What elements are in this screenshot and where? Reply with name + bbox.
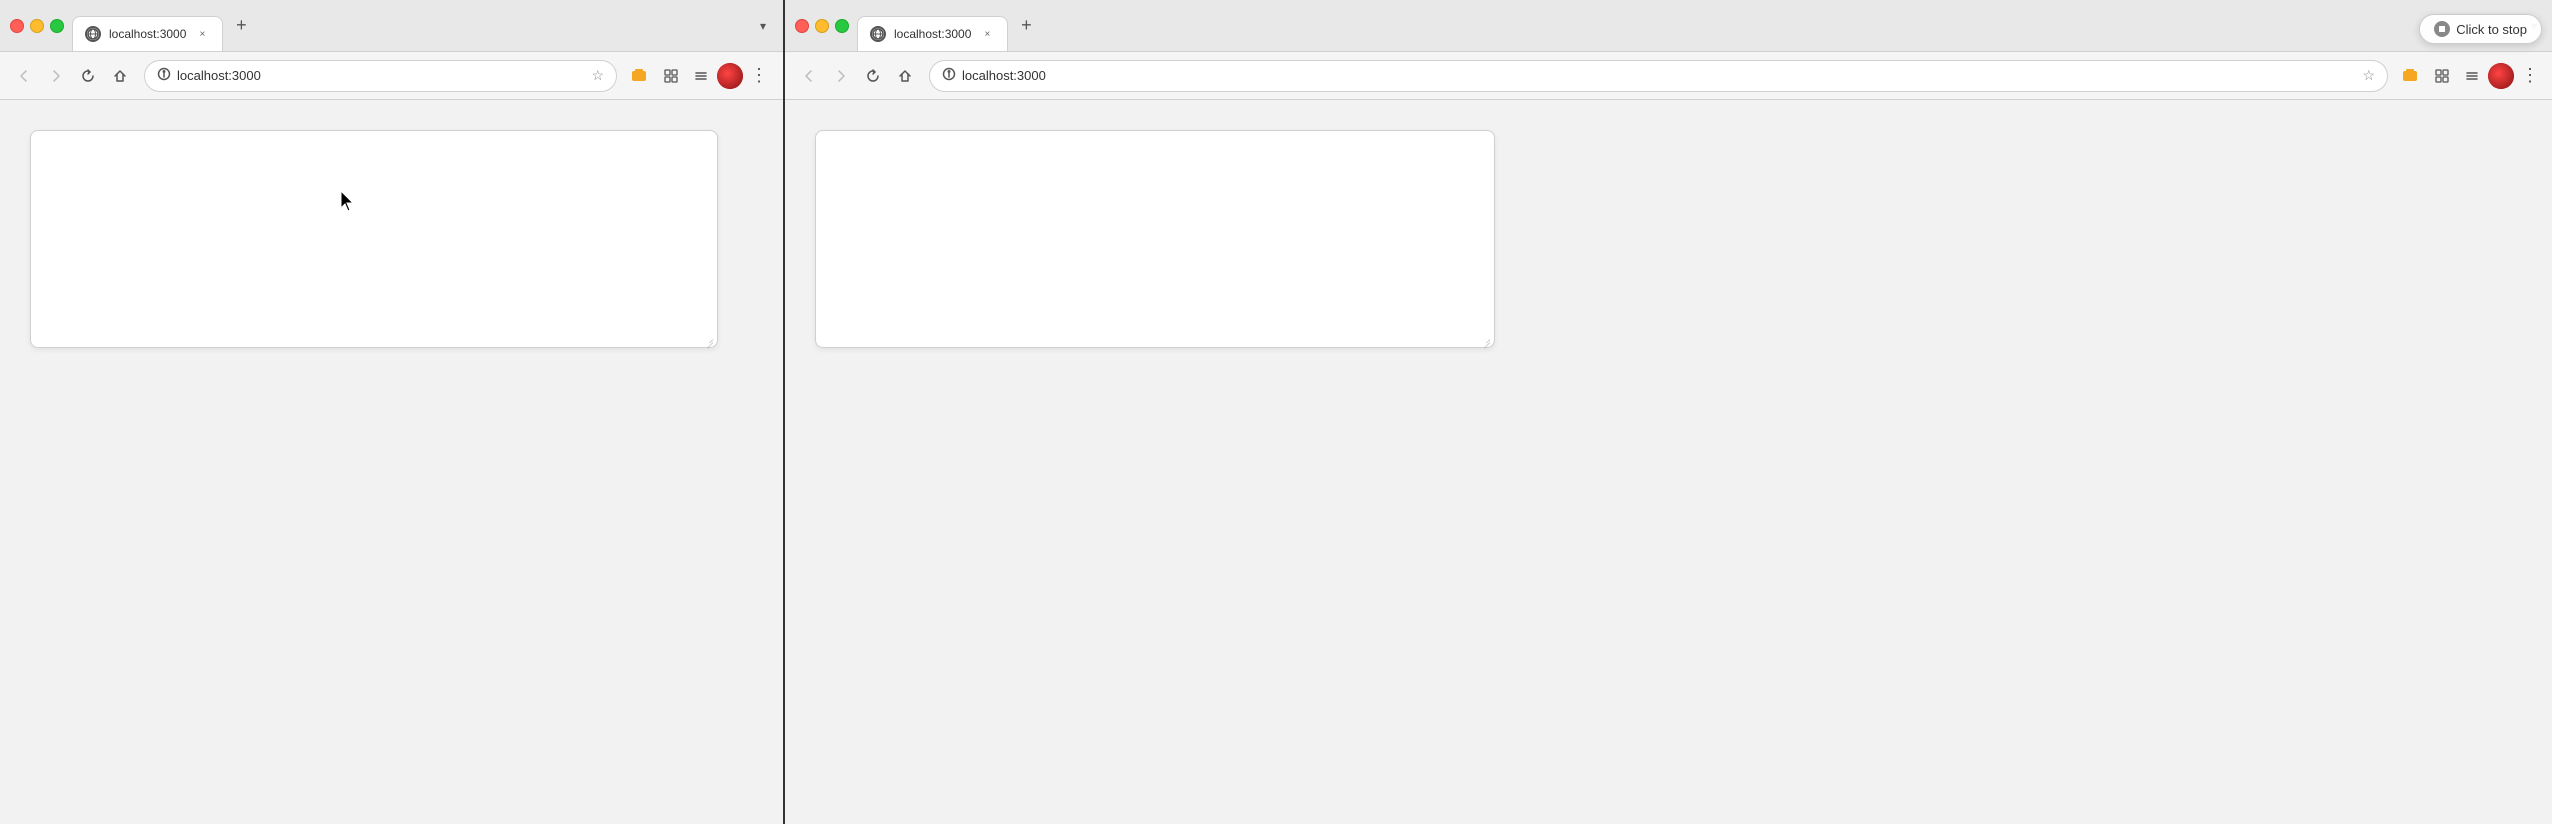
left-traffic-lights (10, 19, 64, 33)
left-nav-bar: localhost:3000 ☆ (0, 52, 783, 100)
left-tab-title: localhost:3000 (109, 27, 186, 41)
right-tab-title: localhost:3000 (894, 27, 971, 41)
left-address-bar[interactable]: localhost:3000 ☆ (144, 60, 617, 92)
stop-icon (2434, 21, 2450, 37)
left-maximize-button[interactable] (50, 19, 64, 33)
right-toolbar-icons: ⋮ (2398, 62, 2544, 90)
right-textarea-container (815, 130, 1495, 348)
right-user-avatar[interactable] (2488, 63, 2514, 89)
left-address-info-icon (157, 67, 171, 84)
right-page-content (785, 100, 2552, 824)
right-tab-close[interactable]: × (979, 26, 995, 42)
right-menu-button[interactable]: ⋮ (2516, 62, 2544, 90)
left-toolbar-icons: ⋮ (627, 62, 773, 90)
right-url-text: localhost:3000 (962, 68, 2356, 83)
right-minimize-button[interactable] (815, 19, 829, 33)
left-extension-puzzle[interactable] (657, 62, 685, 90)
right-extension-puzzle[interactable] (2428, 62, 2456, 90)
right-browser-window: localhost:3000 × + ▾ (785, 0, 2552, 824)
left-extension-list[interactable] (687, 62, 715, 90)
left-textarea-container (30, 130, 718, 348)
right-extension-yellow[interactable] (2398, 62, 2426, 90)
right-bookmark-star[interactable]: ☆ (2362, 67, 2375, 84)
right-tab-bar: localhost:3000 × + ▾ (857, 0, 2544, 51)
right-traffic-lights (795, 19, 849, 33)
left-textarea-resize-handle[interactable] (702, 332, 714, 344)
left-extension-yellow[interactable] (627, 62, 655, 90)
right-forward-button[interactable] (827, 62, 855, 90)
click-to-stop-overlay[interactable]: Click to stop (2419, 14, 2542, 44)
left-url-text: localhost:3000 (177, 68, 585, 83)
right-tab-favicon (870, 26, 886, 42)
left-back-button[interactable] (10, 62, 38, 90)
right-extension-list[interactable] (2458, 62, 2486, 90)
left-page-content (0, 100, 783, 824)
left-user-avatar[interactable] (717, 63, 743, 89)
left-textarea[interactable] (31, 131, 717, 347)
right-back-button[interactable] (795, 62, 823, 90)
left-tab-dropdown[interactable]: ▾ (753, 16, 773, 36)
left-forward-button[interactable] (42, 62, 70, 90)
left-tab-close[interactable]: × (194, 26, 210, 42)
right-home-button[interactable] (891, 62, 919, 90)
right-address-info-icon (942, 67, 956, 84)
left-new-tab-button[interactable]: + (227, 12, 255, 40)
left-menu-button[interactable]: ⋮ (745, 62, 773, 90)
left-bookmark-star[interactable]: ☆ (591, 67, 604, 84)
right-close-button[interactable] (795, 19, 809, 33)
right-title-bar: localhost:3000 × + ▾ (785, 0, 2552, 52)
left-home-button[interactable] (106, 62, 134, 90)
left-tab-favicon (85, 26, 101, 42)
right-textarea-resize-handle[interactable] (1479, 332, 1491, 344)
right-reload-button[interactable] (859, 62, 887, 90)
left-close-button[interactable] (10, 19, 24, 33)
right-tab-active[interactable]: localhost:3000 × (857, 16, 1008, 52)
left-title-bar: localhost:3000 × + ▾ (0, 0, 783, 52)
right-address-bar[interactable]: localhost:3000 ☆ (929, 60, 2388, 92)
left-tab-bar: localhost:3000 × + ▾ (72, 0, 773, 51)
left-tab-active[interactable]: localhost:3000 × (72, 16, 223, 52)
right-maximize-button[interactable] (835, 19, 849, 33)
right-new-tab-button[interactable]: + (1012, 12, 1040, 40)
right-nav-bar: localhost:3000 ☆ (785, 52, 2552, 100)
right-textarea[interactable] (816, 131, 1494, 347)
left-minimize-button[interactable] (30, 19, 44, 33)
left-browser-window: localhost:3000 × + ▾ (0, 0, 783, 824)
left-reload-button[interactable] (74, 62, 102, 90)
click-to-stop-label: Click to stop (2456, 22, 2527, 37)
